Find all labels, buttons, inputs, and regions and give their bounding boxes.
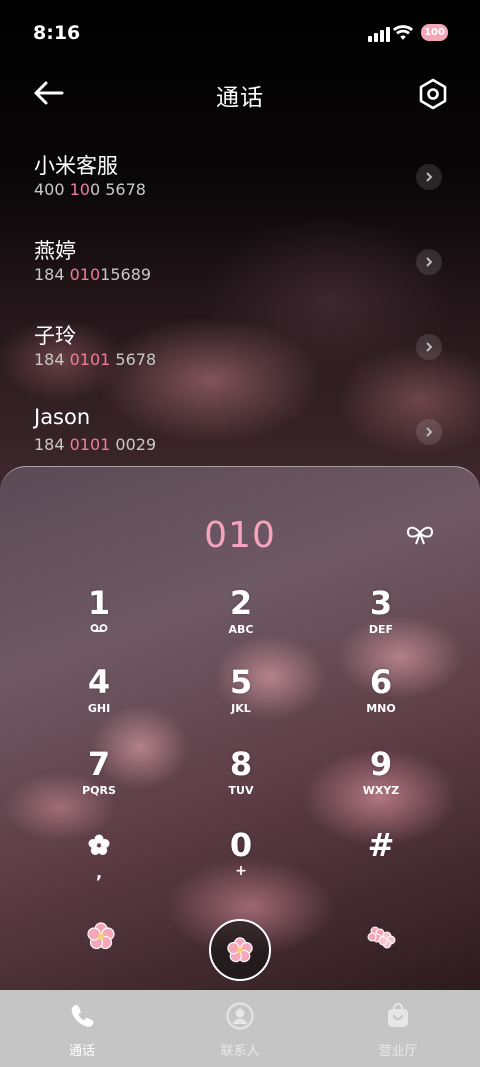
contact-number: 184 01015689 <box>34 265 152 284</box>
phone-screen: 8:16 100 通话 小米客服 400 100 5678 燕婷 184 010… <box>0 0 480 1067</box>
contact-number: 400 100 5678 <box>34 180 146 199</box>
phone-icon <box>71 1005 94 1027</box>
signal-icon <box>368 26 390 42</box>
tab-service-hall[interactable]: 营业厅 <box>338 1002 458 1059</box>
contact-name: 燕婷 <box>34 239 76 263</box>
details-chevron-icon[interactable] <box>416 334 442 360</box>
details-chevron-icon[interactable] <box>416 164 442 190</box>
details-chevron-icon[interactable] <box>416 419 442 445</box>
key-1[interactable]: 1 <box>39 585 159 655</box>
key-6[interactable]: 6 MNO <box>321 664 441 734</box>
contact-name: 小米客服 <box>34 154 118 178</box>
key-star[interactable]: , <box>39 827 159 897</box>
flower-call-icon <box>227 937 253 963</box>
key-0[interactable]: 0 + <box>181 827 301 897</box>
flowers-backspace-icon[interactable] <box>366 921 396 951</box>
tab-label: 联系人 <box>220 1044 260 1059</box>
key-7[interactable]: 7 PQRS <box>39 746 159 816</box>
shop-bag-icon <box>388 1003 408 1027</box>
contact-name: 子玲 <box>34 324 76 348</box>
call-log-list: 小米客服 400 100 5678 燕婷 184 01015689 子玲 184… <box>0 140 480 480</box>
tab-label: 通话 <box>68 1044 95 1059</box>
battery-icon: 100 <box>421 24 448 41</box>
call-log-item[interactable]: 燕婷 184 01015689 <box>0 225 480 310</box>
key-hash[interactable]: # <box>321 827 441 897</box>
voicemail-icon <box>90 624 108 632</box>
status-time: 8:16 <box>33 22 81 44</box>
tab-contacts[interactable]: 联系人 <box>180 1002 300 1059</box>
key-5[interactable]: 5 JKL <box>181 664 301 734</box>
page-title: 通话 <box>216 85 264 111</box>
call-log-item[interactable]: 小米客服 400 100 5678 <box>0 140 480 225</box>
key-8[interactable]: 8 TUV <box>181 746 301 816</box>
settings-icon[interactable] <box>416 77 450 111</box>
key-4[interactable]: 4 GHI <box>39 664 159 734</box>
key-2[interactable]: 2 ABC <box>181 585 301 655</box>
contact-number: 184 0101 5678 <box>34 350 157 369</box>
bottom-tab-bar: 通话 联系人 营业厅 <box>0 990 480 1067</box>
contact-name: Jason <box>34 405 91 429</box>
flower-star-icon <box>88 834 110 855</box>
wifi-icon <box>392 25 414 40</box>
tab-calls[interactable]: 通话 <box>22 1002 142 1059</box>
bow-icon[interactable] <box>405 523 435 547</box>
call-log-item[interactable]: 子玲 184 0101 5678 <box>0 310 480 395</box>
call-button[interactable] <box>209 919 271 981</box>
status-bar: 8:16 100 <box>0 0 480 66</box>
top-bar: 通话 <box>0 66 480 122</box>
dial-pad-panel: 010 1 2 ABC 3 DEF 4 GHI 5 JKL 6 MNO 7 PQ… <box>0 466 480 991</box>
person-icon <box>226 1002 254 1030</box>
details-chevron-icon[interactable] <box>416 249 442 275</box>
key-9[interactable]: 9 WXYZ <box>321 746 441 816</box>
key-3[interactable]: 3 DEF <box>321 585 441 655</box>
tab-label: 营业厅 <box>378 1044 418 1059</box>
contact-number: 184 0101 0029 <box>34 435 157 454</box>
flower-sticker-icon[interactable] <box>86 921 116 951</box>
